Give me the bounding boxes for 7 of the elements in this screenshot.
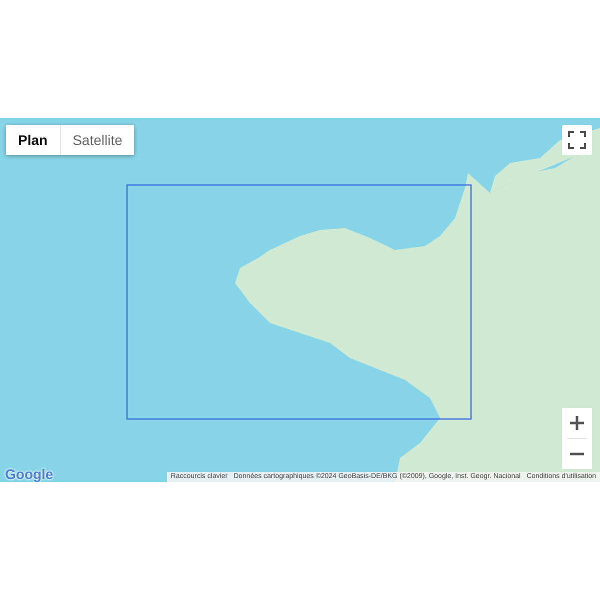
plus-icon bbox=[569, 415, 585, 431]
fullscreen-button[interactable] bbox=[562, 125, 592, 155]
minus-icon bbox=[569, 452, 585, 456]
map-type-tab[interactable]: Satellite bbox=[60, 125, 134, 155]
map-type-tab[interactable]: Plan bbox=[6, 125, 60, 155]
fullscreen-icon bbox=[568, 131, 586, 149]
map-logo: Google bbox=[5, 466, 54, 482]
